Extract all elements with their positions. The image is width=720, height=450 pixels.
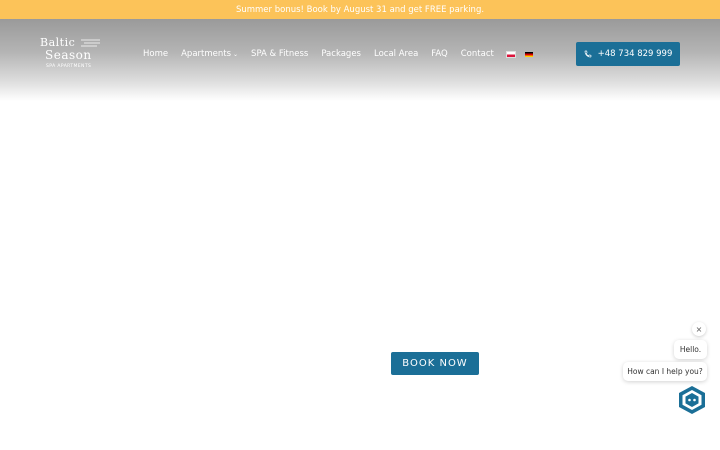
nav-item-label: SPA & Fitness xyxy=(251,49,309,59)
nav-item-label: Packages xyxy=(321,49,361,59)
nav-item-packages[interactable]: Packages xyxy=(321,49,361,59)
flag-pl-icon[interactable] xyxy=(505,50,516,58)
book-now-label: BOOK NOW xyxy=(402,358,468,369)
chat-bot-icon xyxy=(679,386,705,414)
phone-button-label: +48 734 829 999 xyxy=(597,49,673,59)
nav-item-label: Apartments xyxy=(181,49,232,59)
book-now-button[interactable]: BOOK NOW xyxy=(391,352,479,375)
chat-launcher-button[interactable] xyxy=(678,385,706,415)
chevron-down-icon: ⌄ xyxy=(233,50,239,58)
logo-waves-icon xyxy=(81,39,100,47)
phone-button[interactable]: +48 734 829 999 xyxy=(576,42,680,66)
phone-icon xyxy=(584,50,591,58)
flag-de-icon[interactable] xyxy=(524,51,533,57)
nav-item-label: Home xyxy=(143,49,169,59)
nav-item-label: FAQ xyxy=(431,49,448,59)
chat-close-button[interactable]: × xyxy=(692,322,706,336)
logo[interactable]: Baltic Season SPA APARTMENTS xyxy=(40,36,102,74)
main-nav: Home Apartments ⌄ SPA & Fitness Packages… xyxy=(143,47,543,61)
chat-greeting-bubble[interactable]: Hello. xyxy=(674,340,707,359)
nav-item-home[interactable]: Home xyxy=(143,49,168,59)
logo-line2: Season xyxy=(45,48,92,62)
promo-text: Summer bonus! Book by August 31 and get … xyxy=(235,4,485,15)
close-icon: × xyxy=(695,324,703,334)
nav-item-local-area[interactable]: Local Area xyxy=(374,49,418,59)
nav-item-label: Local Area xyxy=(373,49,419,59)
nav-item-label: Contact xyxy=(460,49,494,59)
nav-item-contact[interactable]: Contact xyxy=(461,49,494,59)
nav-item-faq[interactable]: FAQ xyxy=(431,49,447,59)
chat-greeting-text: Hello. xyxy=(679,345,702,354)
chat-prompt-bubble[interactable]: How can I help you? xyxy=(623,362,707,381)
nav-item-apartments[interactable]: Apartments ⌄ xyxy=(181,49,238,59)
nav-item-spa-fitness[interactable]: SPA & Fitness xyxy=(251,49,308,59)
chat-prompt-text: How can I help you? xyxy=(627,367,703,376)
promo-bar: Summer bonus! Book by August 31 and get … xyxy=(0,0,720,19)
logo-subtitle: SPA APARTMENTS xyxy=(46,64,92,69)
